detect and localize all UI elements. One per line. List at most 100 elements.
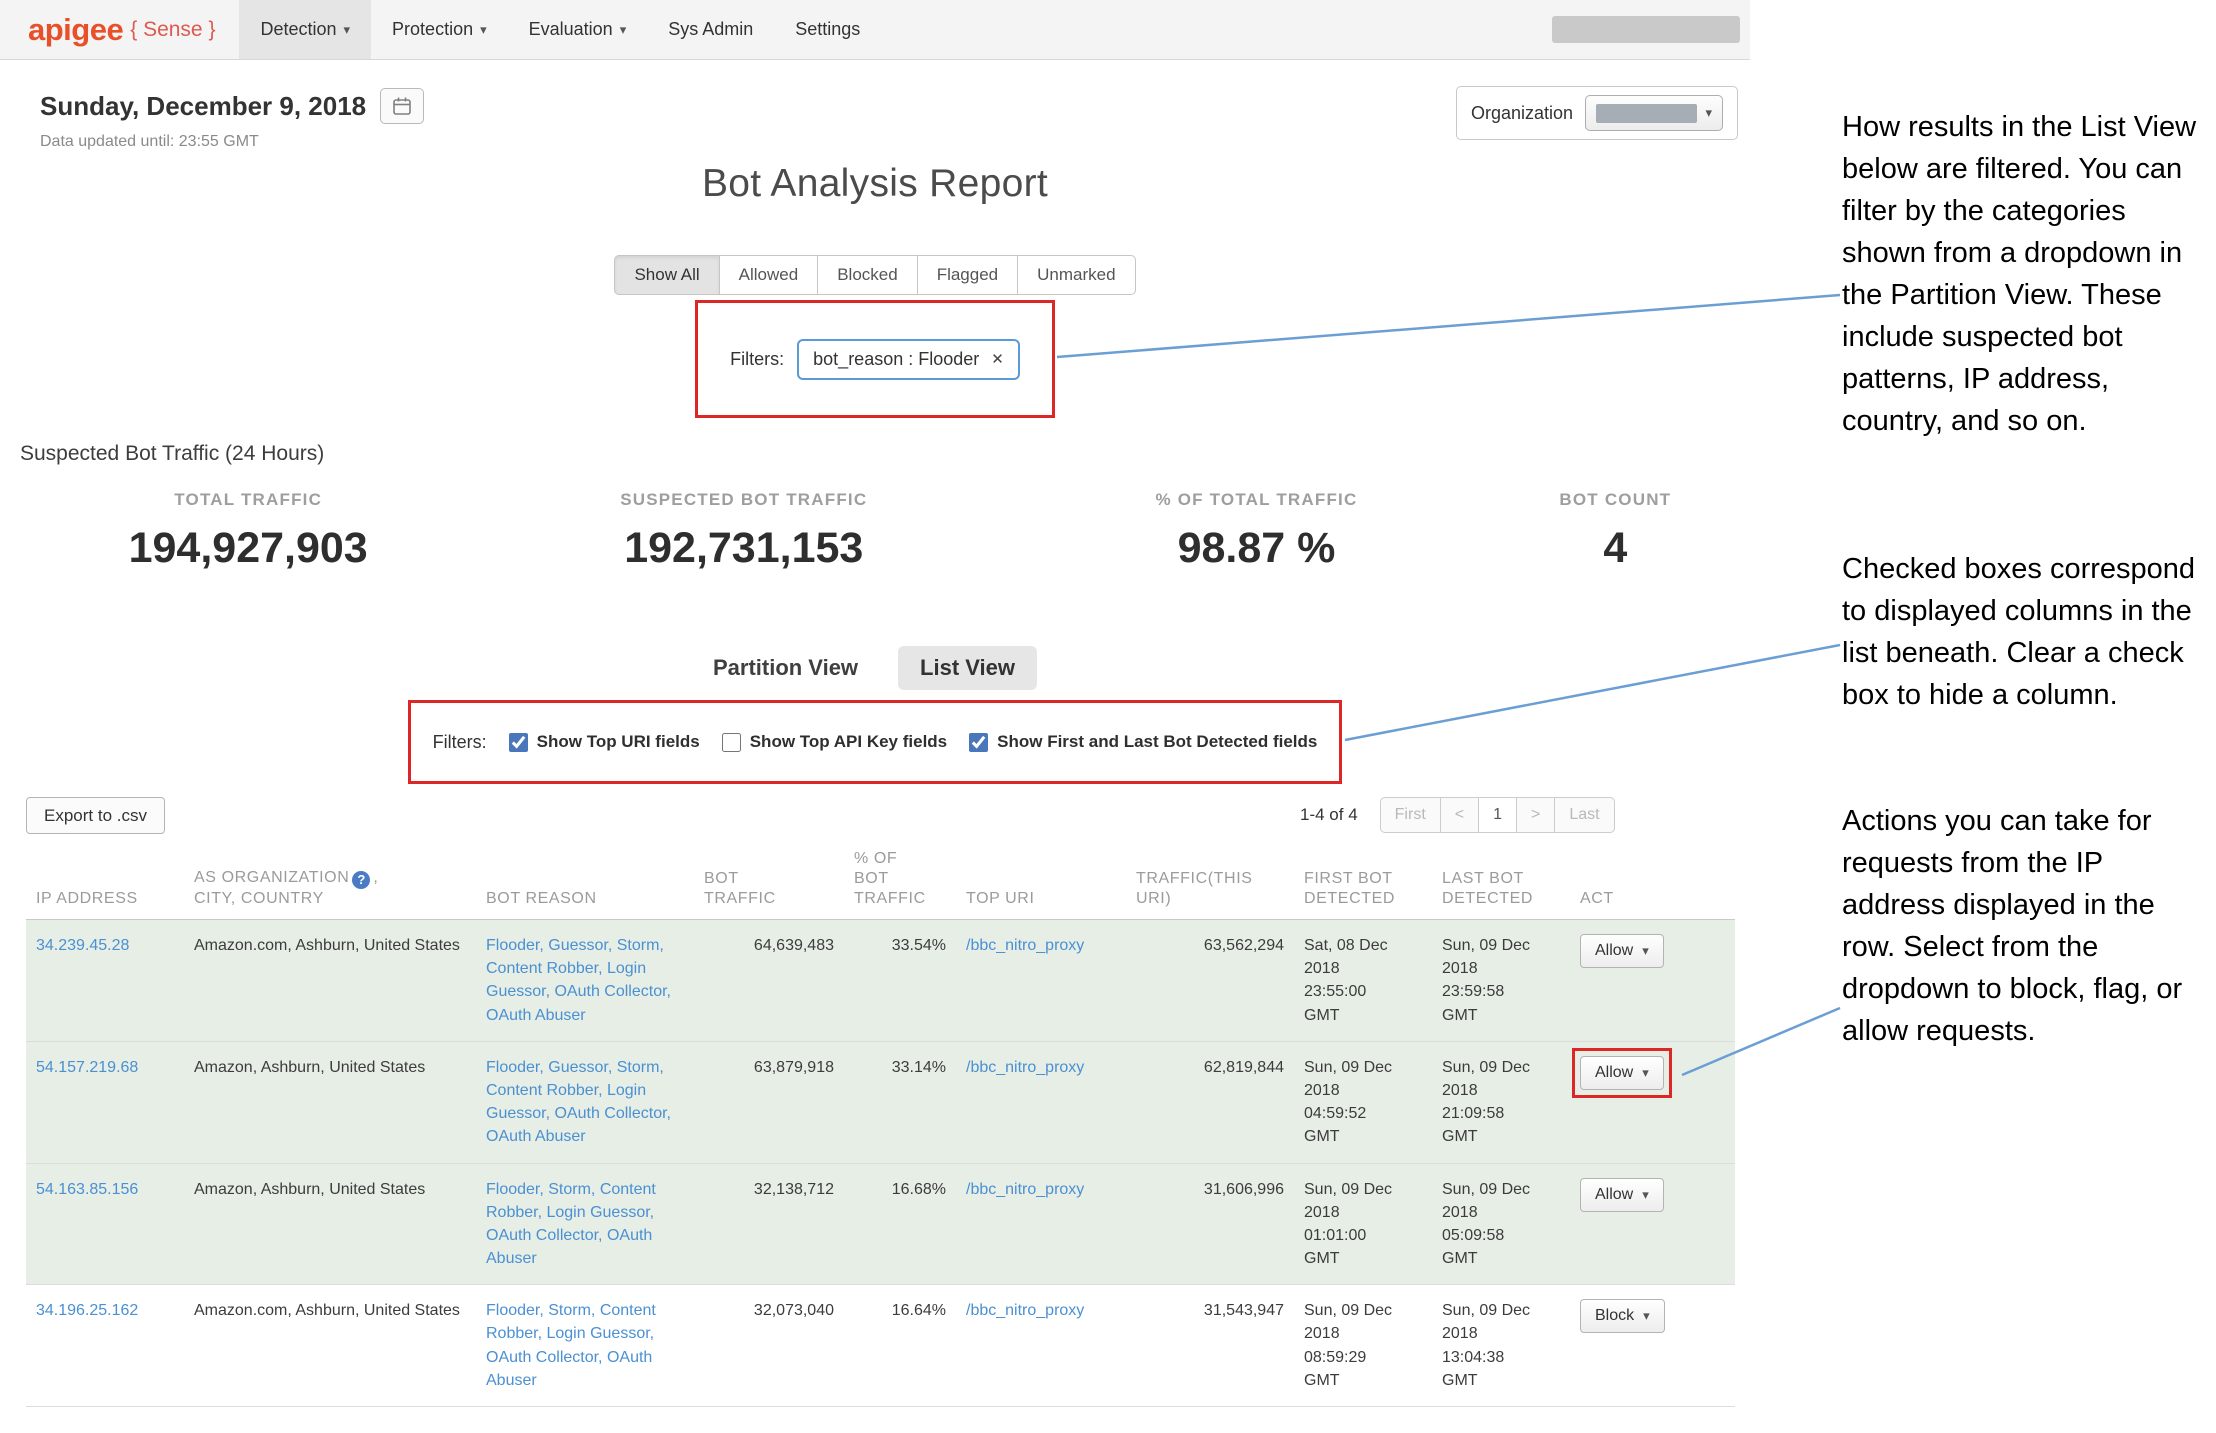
ip-address-link[interactable]: 34.239.45.28 [36, 937, 129, 954]
remove-filter-icon[interactable]: ✕ [991, 350, 1004, 368]
as-org-line2: CITY, COUNTRY [194, 890, 324, 907]
checkbox-show-top-uri[interactable]: Show Top URI fields [509, 732, 700, 752]
nav-item-evaluation[interactable]: Evaluation▾ [508, 0, 648, 59]
col-header-bot-reason: BOT REASON [476, 843, 694, 920]
checkbox-show-top-uri-input[interactable] [509, 733, 528, 752]
top-uri-cell: /bbc_nitro_proxy [956, 1163, 1126, 1285]
pagination-page-1[interactable]: 1 [1478, 797, 1517, 833]
caret-down-icon: ▾ [344, 22, 351, 38]
pagination-first[interactable]: First [1380, 797, 1441, 833]
tab-allowed[interactable]: Allowed [719, 255, 819, 295]
table-header-row: IP ADDRESS AS ORGANIZATION?,CITY, COUNTR… [26, 843, 1735, 920]
stat-bot-count: BOT COUNT 4 [1496, 490, 1735, 573]
tab-show-all[interactable]: Show All [614, 255, 719, 295]
organization-dropdown[interactable]: ▾ [1585, 95, 1723, 131]
checkbox-show-top-api-key[interactable]: Show Top API Key fields [722, 732, 947, 752]
stat-value: 192,731,153 [470, 524, 1017, 573]
status-filter-tabs: Show All Allowed Blocked Flagged Unmarke… [614, 255, 1135, 295]
top-uri-link[interactable]: /bbc_nitro_proxy [966, 1181, 1084, 1198]
col-header-bot-traffic: BOT TRAFFIC [694, 843, 844, 920]
action-label: Allow [1595, 942, 1633, 960]
checkbox-label: Show First and Last Bot Detected fields [997, 732, 1317, 752]
ip-address-link[interactable]: 54.157.219.68 [36, 1059, 138, 1076]
pagination: 1-4 of 4 First < 1 > Last [1300, 797, 1615, 833]
stat-label: SUSPECTED BOT TRAFFIC [470, 490, 1017, 510]
ip-cell: 54.157.219.68 [26, 1041, 184, 1163]
bot-reason-links[interactable]: Flooder, Storm, Content Robber, Login Gu… [486, 1181, 656, 1268]
nav-label: Sys Admin [668, 19, 753, 40]
top-uri-link[interactable]: /bbc_nitro_proxy [966, 1059, 1084, 1076]
pct-bot-traffic-cell: 33.54% [844, 920, 956, 1042]
tab-partition-view[interactable]: Partition View [713, 655, 858, 681]
export-csv-button[interactable]: Export to .csv [26, 797, 165, 834]
nav-label: Protection [392, 19, 473, 40]
nav-item-detection[interactable]: Detection ▾ [239, 0, 371, 59]
bot-reason-links[interactable]: Flooder, Guessor, Storm, Content Robber,… [486, 937, 671, 1024]
as-organization-cell: Amazon, Ashburn, United States [184, 1163, 476, 1285]
annotation-box-action: Allow▾ [1580, 1056, 1664, 1090]
main-nav: Detection ▾ Protection ▾ Evaluation▾ Sys A… [239, 0, 881, 59]
first-bot-detected-cell: Sun, 09 Dec 2018 04:59:52 GMT [1294, 1041, 1432, 1163]
bot-reason-links[interactable]: Flooder, Storm, Content Robber, Login Gu… [486, 1302, 656, 1389]
caret-down-icon: ▾ [620, 22, 627, 38]
filter-tag-bot-reason[interactable]: bot_reason : Flooder ✕ [797, 339, 1020, 380]
uri-traffic-cell: 62,819,844 [1126, 1041, 1294, 1163]
stat-value: 194,927,903 [26, 524, 470, 573]
annotation-box-column-filters: Filters: Show Top URI fields Show Top AP… [408, 700, 1342, 784]
top-uri-link[interactable]: /bbc_nitro_proxy [966, 1302, 1084, 1319]
annotation-text-filters: How results in the List View below are f… [1842, 106, 2210, 442]
tab-unmarked[interactable]: Unmarked [1017, 255, 1135, 295]
last-bot-detected-cell: Sun, 09 Dec 2018 23:59:58 GMT [1432, 920, 1570, 1042]
col-header-act: ACT [1570, 843, 1735, 920]
page-title: Bot Analysis Report [0, 162, 1750, 206]
pagination-next[interactable]: > [1516, 797, 1555, 833]
col-header-as-organization: AS ORGANIZATION?,CITY, COUNTRY [184, 843, 476, 920]
action-dropdown[interactable]: Allow▾ [1580, 1178, 1664, 1212]
top-uri-link[interactable]: /bbc_nitro_proxy [966, 937, 1084, 954]
first-bot-detected-cell: Sat, 08 Dec 2018 23:55:00 GMT [1294, 920, 1432, 1042]
action-dropdown[interactable]: Block▾ [1580, 1299, 1665, 1333]
nav-item-settings[interactable]: Settings [774, 0, 881, 59]
calendar-button[interactable] [380, 88, 424, 124]
checkbox-show-top-api-key-input[interactable] [722, 733, 741, 752]
nav-item-protection[interactable]: Protection ▾ [371, 0, 508, 59]
stat-label: TOTAL TRAFFIC [26, 490, 470, 510]
calendar-icon [392, 96, 412, 116]
nav-label: Detection [260, 19, 336, 40]
checkbox-show-first-last-detected-input[interactable] [969, 733, 988, 752]
first-bot-detected-cell: Sun, 09 Dec 2018 01:01:00 GMT [1294, 1163, 1432, 1285]
action-dropdown[interactable]: Allow▾ [1580, 1056, 1664, 1090]
apigee-sense-logo[interactable]: apigee { Sense } [0, 0, 223, 59]
col-header-uri-traffic: TRAFFIC(THIS URI) [1126, 843, 1294, 920]
apigee-wordmark: apigee [28, 12, 123, 48]
pagination-buttons: First < 1 > Last [1380, 797, 1615, 833]
action-dropdown[interactable]: Allow▾ [1580, 934, 1664, 968]
top-uri-cell: /bbc_nitro_proxy [956, 1041, 1126, 1163]
bot-traffic-cell: 63,879,918 [694, 1041, 844, 1163]
checkbox-show-first-last-detected[interactable]: Show First and Last Bot Detected fields [969, 732, 1317, 752]
table-row: 54.163.85.156 Amazon, Ashburn, United St… [26, 1163, 1735, 1285]
tab-list-view[interactable]: List View [898, 646, 1037, 690]
ip-cell: 34.196.25.162 [26, 1285, 184, 1407]
ip-address-link[interactable]: 54.163.85.156 [36, 1181, 138, 1198]
top-uri-cell: /bbc_nitro_proxy [956, 920, 1126, 1042]
pagination-last[interactable]: Last [1554, 797, 1614, 833]
ip-cell: 34.239.45.28 [26, 920, 184, 1042]
last-bot-detected-cell: Sun, 09 Dec 2018 05:09:58 GMT [1432, 1163, 1570, 1285]
stat-value: 4 [1496, 524, 1735, 573]
nav-item-sys-admin[interactable]: Sys Admin [647, 0, 774, 59]
table-row: 34.196.25.162 Amazon.com, Ashburn, Unite… [26, 1285, 1735, 1407]
tab-blocked[interactable]: Blocked [817, 255, 917, 295]
bot-reason-cell: Flooder, Storm, Content Robber, Login Gu… [476, 1163, 694, 1285]
tab-flagged[interactable]: Flagged [917, 255, 1018, 295]
help-icon[interactable]: ? [352, 871, 370, 889]
ip-cell: 54.163.85.156 [26, 1163, 184, 1285]
bot-reason-links[interactable]: Flooder, Guessor, Storm, Content Robber,… [486, 1059, 671, 1146]
bot-traffic-cell: 32,138,712 [694, 1163, 844, 1285]
annotation-line-filters [1057, 295, 1840, 357]
pagination-prev[interactable]: < [1440, 797, 1479, 833]
pct-bot-traffic-cell: 16.64% [844, 1285, 956, 1407]
last-bot-detected-cell: Sun, 09 Dec 2018 13:04:38 GMT [1432, 1285, 1570, 1407]
ip-address-link[interactable]: 34.196.25.162 [36, 1302, 138, 1319]
caret-down-icon: ▾ [480, 22, 487, 38]
